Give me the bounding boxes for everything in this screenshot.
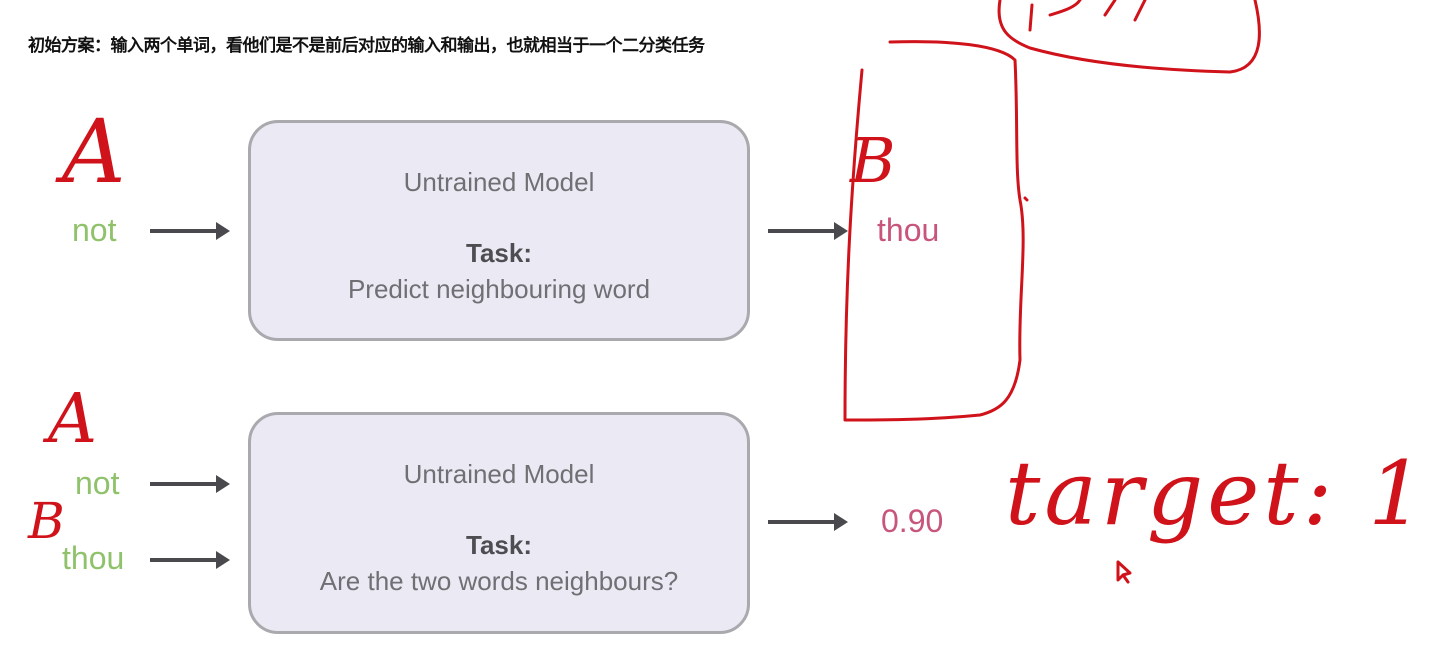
ink-top-scribble [1028,0,1147,32]
handwritten-label-a: A [62,100,126,203]
ink-dot [1023,196,1029,202]
handwriting-annotations [843,0,1261,584]
ink-target-cursor [1116,560,1132,584]
handwritten-label-a: A [48,380,98,459]
ink-bracket [843,40,1025,422]
ink-top-loop [997,0,1261,74]
handwritten-label-b: B [850,124,896,197]
handwritten-target-note: target: 1 [1005,442,1429,545]
slide: 初始方案：输入两个单词，看他们是不是前后对应的输入和输出，也就相当于一个二分类任… [0,0,1429,672]
handwritten-label-b: B [28,492,65,550]
